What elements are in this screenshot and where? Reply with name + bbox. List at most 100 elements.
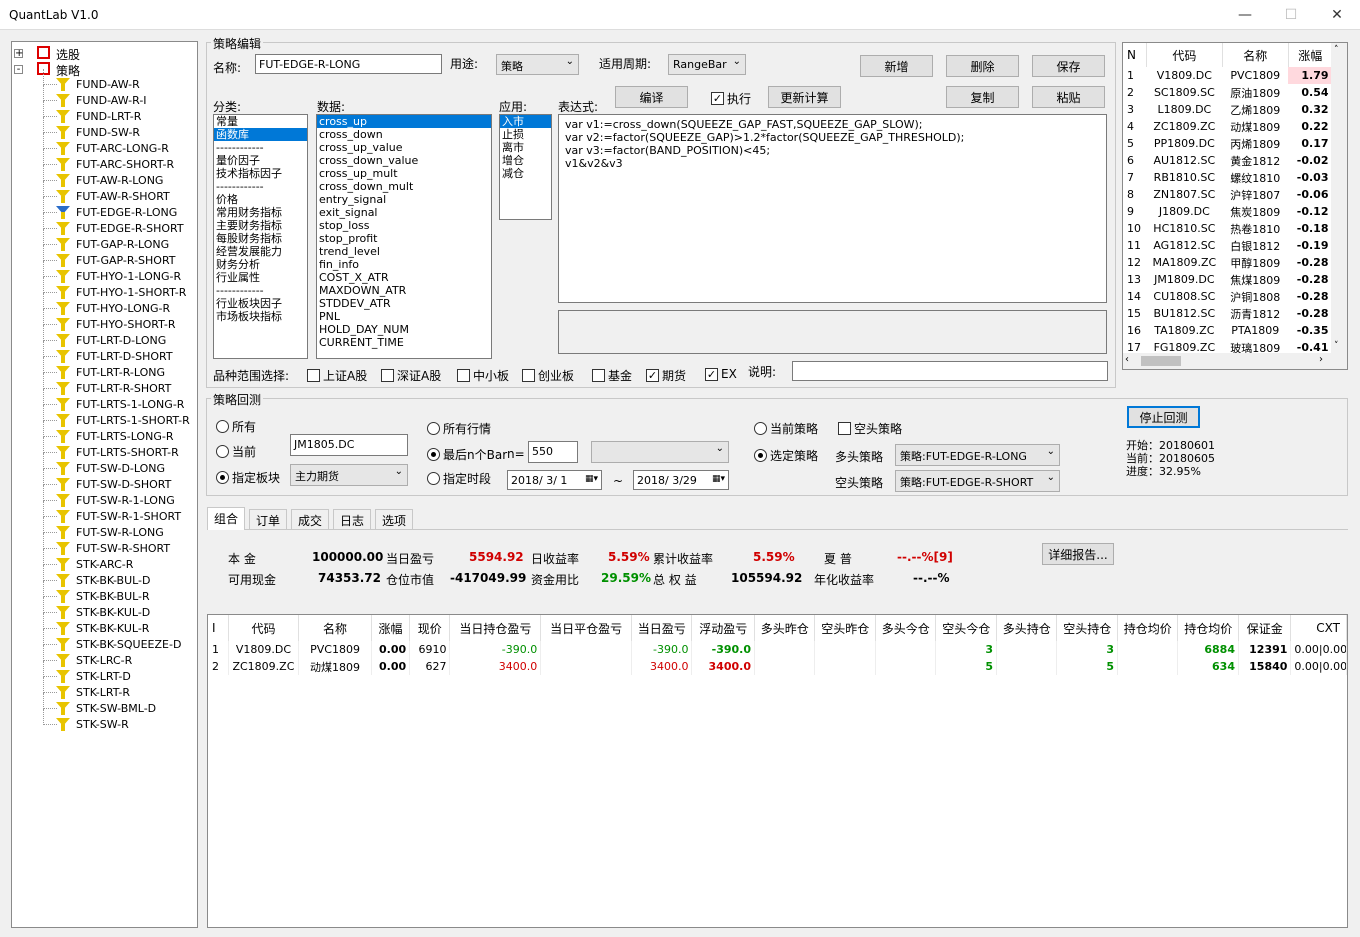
quote-table[interactable]: N 代码 名称 涨幅 1 V1809.DC PVC1809 1.79 2 SC1809.SC 原油… <box>1122 42 1348 370</box>
table-row[interactable]: 6 AU1812.SC 黄金1812 -0.02 <box>1123 152 1333 169</box>
table-row[interactable]: 10 HC1810.SC 热卷1810 -0.18 <box>1123 220 1333 237</box>
bar-select[interactable]: ⌄ <box>591 441 729 463</box>
paste-button[interactable]: 粘贴 <box>1032 86 1105 108</box>
column-header[interactable]: 涨幅 <box>371 615 411 641</box>
scroll-right-icon[interactable]: › <box>1319 354 1323 365</box>
data-item[interactable]: HOLD_DAY_NUM <box>317 323 491 336</box>
scope-checkbox[interactable]: 中小板 <box>457 367 509 384</box>
scope-checkbox[interactable]: 深证A股 <box>381 367 441 384</box>
column-header[interactable]: 多头持仓 <box>996 615 1058 641</box>
tab-1[interactable]: 订单 <box>249 509 288 529</box>
table-row[interactable]: 8 ZN1807.SC 沪锌1807 -0.06 <box>1123 186 1333 203</box>
category-item[interactable]: 每股财务指标 <box>214 232 307 245</box>
data-item[interactable]: cross_up_value <box>317 141 491 154</box>
category-item[interactable]: ------------ <box>214 180 307 193</box>
data-item[interactable]: stop_profit <box>317 232 491 245</box>
table-row[interactable]: 3 L1809.DC 乙烯1809 0.32 <box>1123 101 1333 118</box>
apply-item[interactable]: 止损 <box>500 128 551 141</box>
column-header[interactable]: 代码 <box>1146 43 1223 67</box>
recalc-button[interactable]: 更新计算 <box>768 86 841 108</box>
column-header[interactable]: 当日持仓盈亏 <box>449 615 542 641</box>
radio-selected-strategy[interactable]: 选定策略 <box>754 447 818 464</box>
save-button[interactable]: 保存 <box>1032 55 1105 77</box>
table-row[interactable]: 11 AG1812.SC 白银1812 -0.19 <box>1123 237 1333 254</box>
table-row[interactable]: 4 ZC1809.ZC 动煤1809 0.22 <box>1123 118 1333 135</box>
close-icon[interactable]: ✕ <box>1314 0 1360 30</box>
column-header[interactable]: 涨幅 <box>1288 43 1334 67</box>
scroll-left-icon[interactable]: ‹ <box>1125 354 1129 365</box>
date-from-picker[interactable]: 2018/ 3/ 1 ▦▾ <box>507 470 602 490</box>
data-item[interactable]: COST_X_ATR <box>317 271 491 284</box>
table-row[interactable]: 15 BU1812.SC 沥青1812 -0.28 <box>1123 305 1333 322</box>
expand-icon[interactable]: + <box>14 49 23 59</box>
collapse-icon[interactable]: - <box>14 65 23 75</box>
radio-last-n-bar[interactable]: 最后n个Bar <box>427 446 507 463</box>
table-row[interactable]: 2 SC1809.SC 原油1809 0.54 <box>1123 84 1333 101</box>
scope-checkbox[interactable]: ✓ EX <box>705 367 737 381</box>
tab-4[interactable]: 选项 <box>375 509 414 529</box>
stop-backtest-button[interactable]: 停止回测 <box>1127 406 1200 428</box>
positions-table[interactable]: I 代码 名称 涨幅 现价 当日持仓盈亏 当日平仓盈亏 当日盈亏 浮动盈亏 多头昨仓 空头昨仓 多头今… <box>207 614 1348 928</box>
data-item[interactable]: cross_up_mult <box>317 167 491 180</box>
short-strategy-checkbox[interactable]: 空头策略 <box>838 420 902 437</box>
radio-all[interactable]: 所有 <box>216 418 256 435</box>
table-row[interactable]: 13 JM1809.DC 焦煤1809 -0.28 <box>1123 271 1333 288</box>
table-row[interactable]: 1 V1809.DC PVC1809 1.79 <box>1123 67 1333 84</box>
tab-0[interactable]: 组合 <box>207 507 246 530</box>
column-header[interactable]: 当日平仓盈亏 <box>540 615 632 641</box>
strategy-name-input[interactable]: FUT-EDGE-R-LONG <box>255 54 442 74</box>
data-item[interactable]: entry_signal <box>317 193 491 206</box>
category-item[interactable]: 常用财务指标 <box>214 206 307 219</box>
column-header[interactable]: 现价 <box>409 615 451 641</box>
copy-button[interactable]: 复制 <box>946 86 1019 108</box>
category-item[interactable]: 财务分析 <box>214 258 307 271</box>
category-item[interactable]: ------------ <box>214 141 307 154</box>
category-item[interactable]: 常量 <box>214 115 307 128</box>
scope-checkbox[interactable]: 创业板 <box>522 367 574 384</box>
category-item[interactable]: ------------ <box>214 284 307 297</box>
short-strategy-select[interactable]: 策略:FUT-EDGE-R-SHORT ⌄ <box>895 470 1060 492</box>
calendar-icon[interactable]: ▦▾ <box>712 474 725 484</box>
quote-hscroll[interactable]: ‹ › <box>1123 353 1347 369</box>
compile-button[interactable]: 编译 <box>615 86 688 108</box>
radio-sector[interactable]: 指定板块 <box>216 469 280 486</box>
data-item[interactable]: stop_loss <box>317 219 491 232</box>
data-item[interactable]: fin_info <box>317 258 491 271</box>
hscroll-thumb[interactable] <box>1141 356 1181 366</box>
scroll-up-icon[interactable]: ˄ <box>1334 45 1339 55</box>
table-row[interactable]: 5 PP1809.DC 丙烯1809 0.17 <box>1123 135 1333 152</box>
column-header[interactable]: 保证金 <box>1238 615 1292 641</box>
long-strategy-select[interactable]: 策略:FUT-EDGE-R-LONG ⌄ <box>895 444 1060 466</box>
scope-checkbox[interactable]: 基金 <box>592 367 632 384</box>
category-item[interactable]: 价格 <box>214 193 307 206</box>
data-list[interactable]: cross_up cross_down cross_up_value cross_do… <box>316 114 492 359</box>
table-row[interactable]: 1 V1809.DC PVC1809 0.00 6910 -390.0 -390.0 -390… <box>208 641 1347 658</box>
category-list[interactable]: 常量 函数库 ------------ 量价因子 技术指标因子 ------------ 价… <box>213 114 308 359</box>
data-item[interactable]: exit_signal <box>317 206 491 219</box>
column-header[interactable]: 空头今仓 <box>935 615 997 641</box>
table-row[interactable]: 7 RB1810.SC 螺纹1810 -0.03 <box>1123 169 1333 186</box>
strategy-tree[interactable]: + 选股 - 策略 FUND-AW-R FUND-AW-R-I FUND-LRT-R… <box>11 41 198 928</box>
column-header[interactable]: N <box>1123 43 1147 67</box>
category-item[interactable]: 技术指标因子 <box>214 167 307 180</box>
expression-editor[interactable]: var v1:=cross_down(SQUEEZE_GAP_FAST,SQUE… <box>558 114 1107 303</box>
column-header[interactable]: 空头昨仓 <box>814 615 876 641</box>
minimize-icon[interactable]: — <box>1222 0 1268 30</box>
use-select[interactable]: 策略 ⌄ <box>496 54 579 75</box>
execute-checkbox[interactable]: ✓ 执行 <box>711 90 751 107</box>
data-item[interactable]: MAXDOWN_ATR <box>317 284 491 297</box>
category-item[interactable]: 量价因子 <box>214 154 307 167</box>
sector-select[interactable]: 主力期货 ⌄ <box>290 464 408 486</box>
table-row[interactable]: 14 CU1808.SC 沪铜1808 -0.28 <box>1123 288 1333 305</box>
apply-list[interactable]: 入市 止损 离市 增仓 减仓 <box>499 114 552 220</box>
column-header[interactable]: 名称 <box>298 615 372 641</box>
detail-report-button[interactable]: 详细报告... <box>1042 543 1114 565</box>
column-header[interactable]: 名称 <box>1222 43 1289 67</box>
calendar-icon[interactable]: ▦▾ <box>585 474 598 484</box>
table-row[interactable]: 9 J1809.DC 焦炭1809 -0.12 <box>1123 203 1333 220</box>
column-header[interactable]: 空头持仓 <box>1056 615 1118 641</box>
column-header[interactable]: 持仓均价 <box>1117 615 1179 641</box>
data-item[interactable]: STDDEV_ATR <box>317 297 491 310</box>
apply-item[interactable]: 增仓 <box>500 154 551 167</box>
radio-current[interactable]: 当前 <box>216 443 256 460</box>
